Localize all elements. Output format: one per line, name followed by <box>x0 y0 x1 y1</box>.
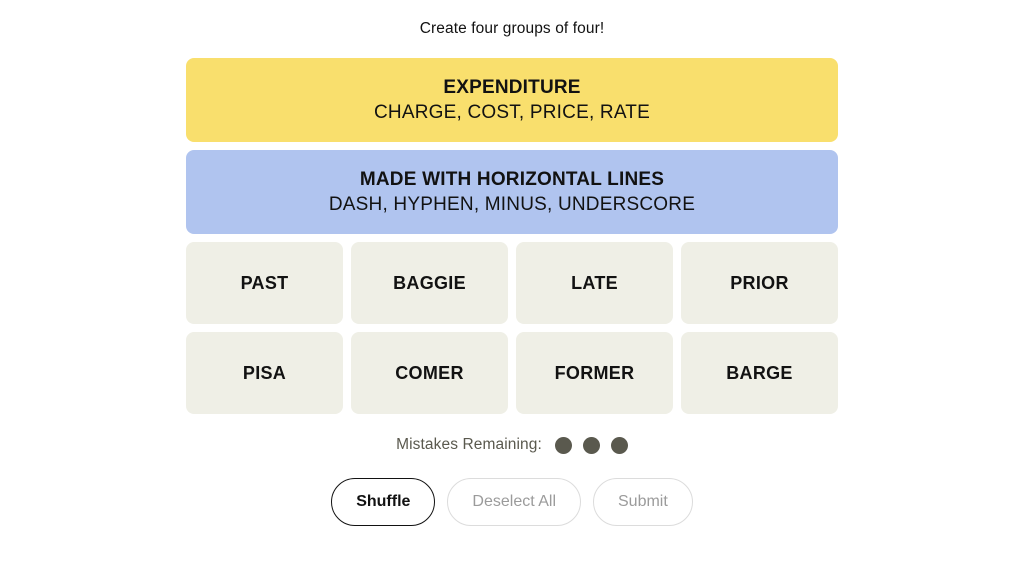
solved-category-title: MADE WITH HORIZONTAL LINES <box>359 168 665 190</box>
mistake-dot-group <box>554 436 628 454</box>
mistake-dot <box>582 436 600 454</box>
mistake-dot <box>554 436 572 454</box>
solved-category-blue: MADE WITH HORIZONTAL LINES DASH, HYPHEN,… <box>186 150 838 234</box>
action-button-row: Shuffle Deselect All Submit <box>331 478 693 526</box>
word-tile[interactable]: PRIOR <box>681 242 838 324</box>
mistake-dot <box>610 436 628 454</box>
solved-category-yellow: EXPENDITURE CHARGE, COST, PRICE, RATE <box>186 58 838 142</box>
page-title: Create four groups of four! <box>419 20 605 37</box>
word-tile[interactable]: PISA <box>186 332 343 414</box>
mistakes-remaining: Mistakes Remaining: <box>396 436 628 454</box>
shuffle-button[interactable]: Shuffle <box>331 478 436 526</box>
solved-category-members: DASH, HYPHEN, MINUS, UNDERSCORE <box>328 193 696 215</box>
word-tile[interactable]: LATE <box>516 242 673 324</box>
word-tile[interactable]: PAST <box>186 242 343 324</box>
solved-category-members: CHARGE, COST, PRICE, RATE <box>374 101 650 123</box>
deselect-all-button[interactable]: Deselect All <box>447 478 581 526</box>
word-tile[interactable]: BAGGIE <box>351 242 508 324</box>
solved-category-title: EXPENDITURE <box>443 76 581 98</box>
game-board: EXPENDITURE CHARGE, COST, PRICE, RATE MA… <box>186 58 838 414</box>
word-tile-grid: PAST BAGGIE LATE PRIOR PISA COMER FORMER… <box>186 242 838 414</box>
word-tile[interactable]: COMER <box>351 332 508 414</box>
connections-game: Create four groups of four! EXPENDITURE … <box>0 0 1024 580</box>
submit-button[interactable]: Submit <box>593 478 693 526</box>
word-tile[interactable]: FORMER <box>516 332 673 414</box>
word-tile[interactable]: BARGE <box>681 332 838 414</box>
mistakes-remaining-label: Mistakes Remaining: <box>396 436 542 453</box>
